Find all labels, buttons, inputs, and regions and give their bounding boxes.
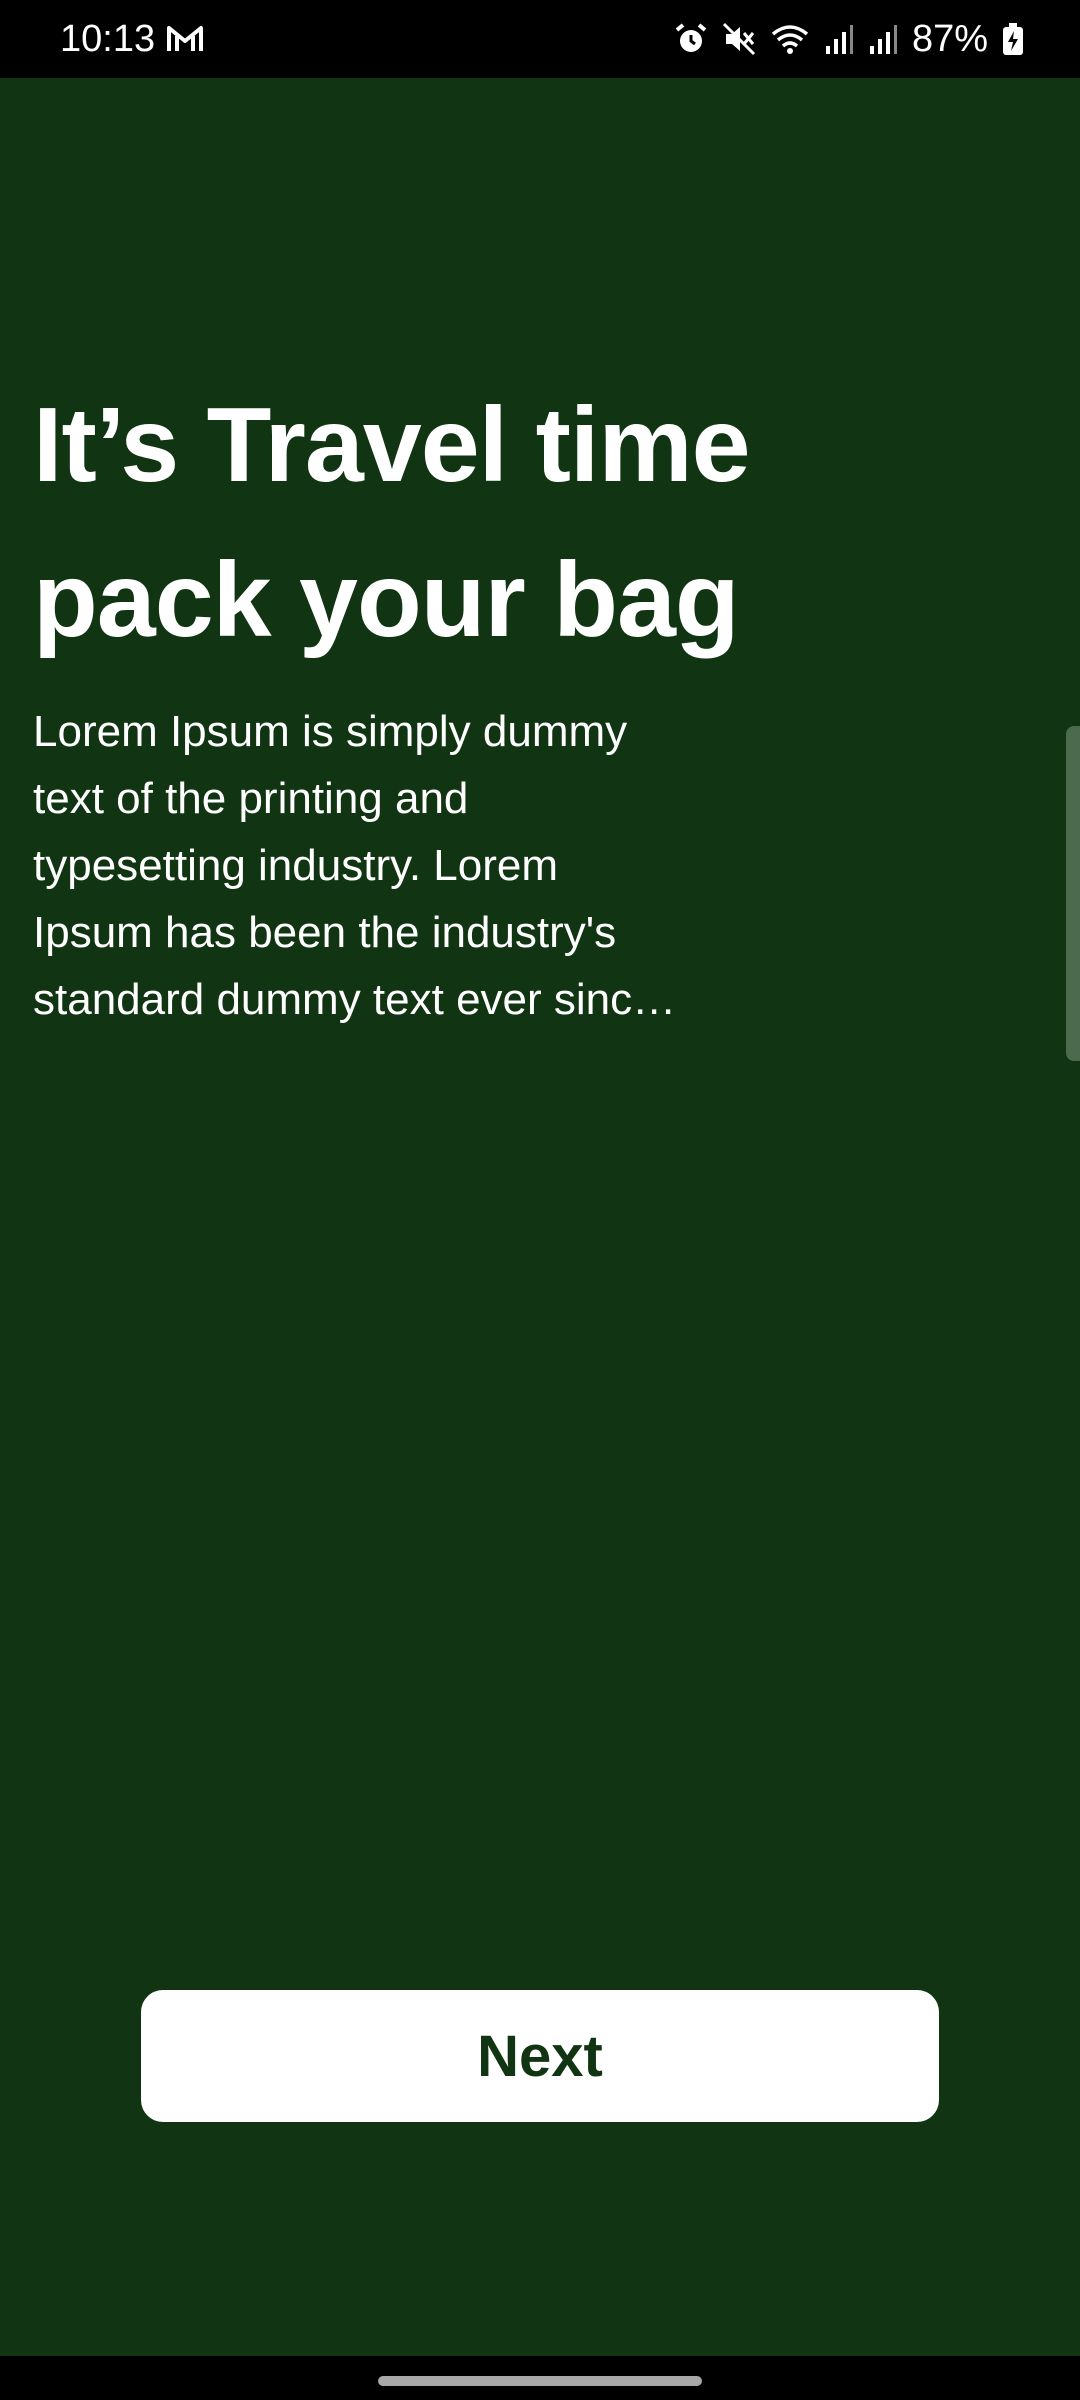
gmail-icon [167,26,203,51]
headline-line-1: It’s Travel time [33,386,751,504]
status-icons: 87% [674,14,1024,64]
description-line: Ipsum has been the industry's [33,908,617,957]
headline-line-2: pack your bag [33,541,740,659]
home-gesture-handle[interactable] [378,2376,702,2386]
onboarding-screen: 10:13 87% It’s Travel time pack your bag… [0,0,1080,2400]
signal-icon [825,25,853,54]
description-line: standard dummy text ever sinc… [33,975,677,1024]
battery-charging-icon [1003,23,1023,55]
next-button[interactable]: Next [141,1990,939,2122]
description-line: text of the printing and [33,774,469,823]
headline: It’s Travel time pack your bag [33,368,933,678]
description-text: Lorem Ipsum is simply dummy text of the … [33,698,733,1033]
navigation-bar [0,2356,1080,2400]
alarm-icon [675,23,707,52]
wifi-icon [771,25,809,54]
onboarding-content: It’s Travel time pack your bag Lorem Ips… [0,78,1080,2356]
signal-icon [869,25,897,54]
scroll-indicator[interactable] [1066,726,1080,1061]
mute-icon [722,22,755,56]
description-line: typesetting industry. Lorem [33,841,558,890]
status-bar: 10:13 87% [0,0,1080,78]
status-time: 10:13 [60,18,156,60]
battery-percent: 87% [911,18,988,60]
description-line: Lorem Ipsum is simply dummy [33,707,628,756]
